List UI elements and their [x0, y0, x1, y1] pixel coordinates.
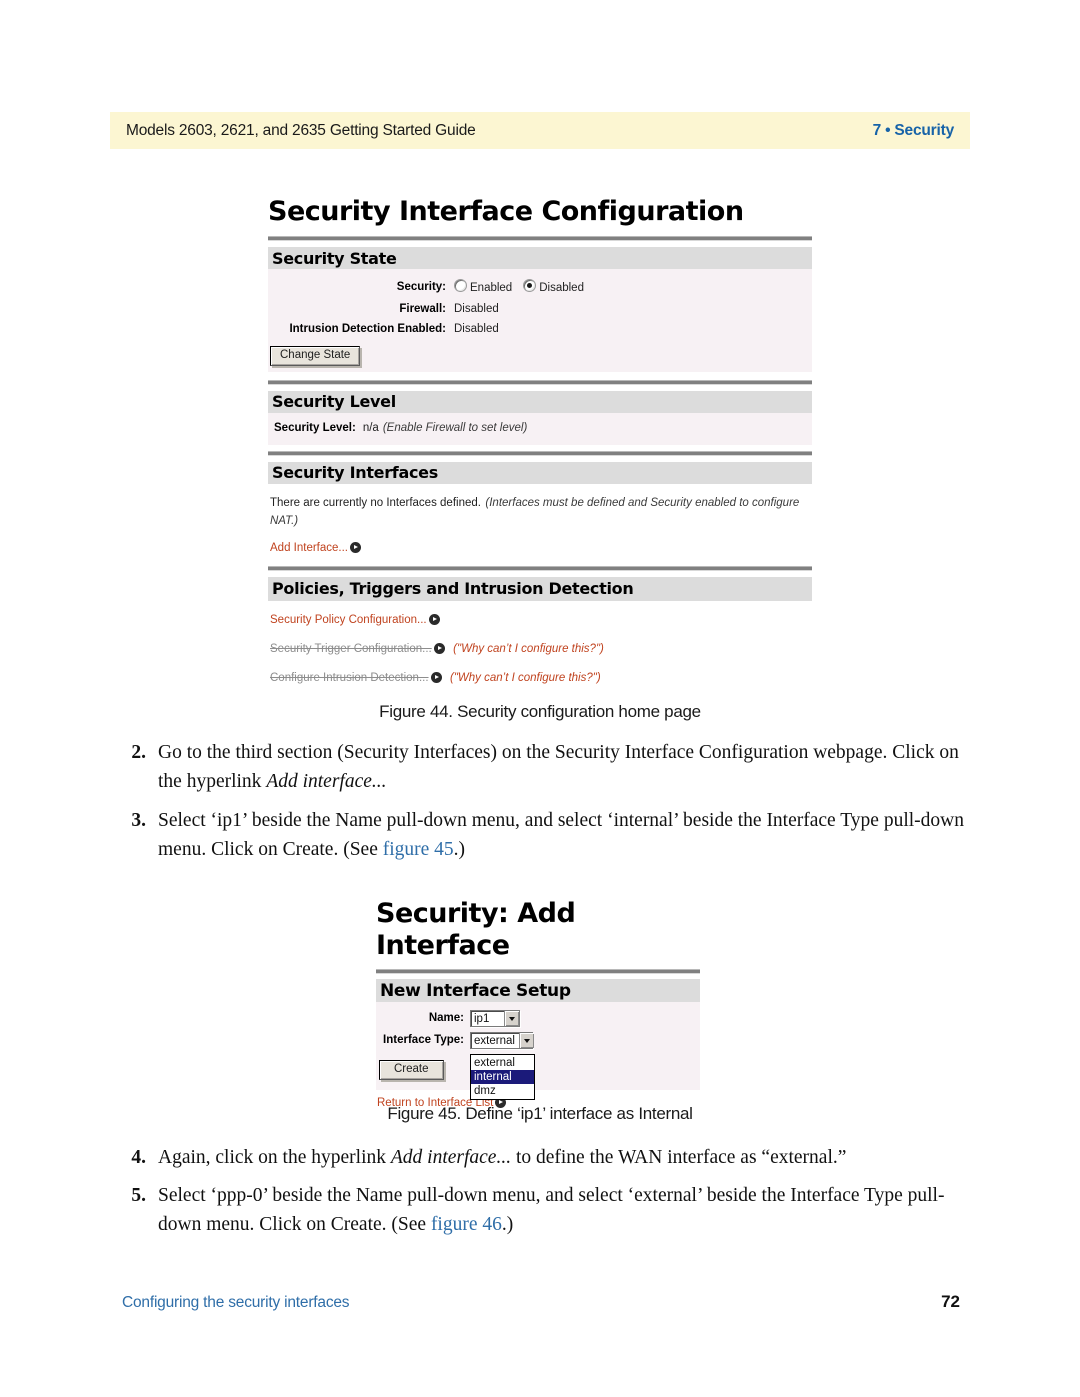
footer-section-title: Configuring the security interfaces — [122, 1294, 350, 1311]
security-level-note: (Enable Firewall to set level) — [382, 421, 528, 434]
change-state-button[interactable]: Change State — [270, 345, 361, 366]
trigger-why-cant-note[interactable]: ("Why can’t I configure this?") — [453, 643, 604, 655]
field-row-name: Name: ip1 — [376, 1010, 700, 1027]
section-body-security-interfaces: There are currently no Interfaces define… — [268, 483, 812, 564]
radio-security-disabled[interactable]: Disabled — [523, 279, 584, 295]
step-2-part-1: Add interface... — [266, 771, 387, 792]
radio-label-disabled: Disabled — [539, 282, 584, 294]
arrow-bullet-icon — [433, 642, 445, 654]
step-5: 5. Select ‘ppp-0’ beside the Name pull-d… — [122, 1181, 968, 1239]
security-add-interface-title: Security: Add Interface — [376, 898, 576, 961]
section-header-new-interface-setup: New Interface Setup — [376, 979, 700, 1002]
step-3: 3. Select ‘ip1’ beside the Name pull-dow… — [122, 806, 968, 864]
security-level-label: Security Level: — [274, 421, 356, 434]
create-button[interactable]: Create — [379, 1060, 444, 1080]
trigger-link-row: Security Trigger Configuration... ("Why … — [270, 639, 812, 657]
step-5-number: 5. — [131, 1185, 146, 1206]
intrusion-detection-label: Intrusion Detection Enabled: — [289, 323, 446, 336]
step-2: 2. Go to the third section (Security Int… — [122, 738, 968, 796]
radio-label-enabled: Enabled — [470, 282, 513, 294]
interface-type-select-value: external — [474, 1034, 515, 1047]
header-chapter-label: 7 • Security — [872, 121, 955, 139]
header-guide-title: Models 2603, 2621, and 2635 Getting Star… — [126, 121, 476, 139]
step-5-part-0: Select ‘ppp-0’ beside the Name pull-down… — [158, 1185, 945, 1235]
step-3-number: 3. — [131, 810, 146, 831]
section-header-security-interfaces: Security Interfaces — [268, 461, 812, 484]
step-4-part-1: Add interface... — [390, 1147, 512, 1168]
section-body-security-state: Security: Enabled Disabled Firewall: Dis… — [268, 269, 812, 372]
step-3-part-0: Select ‘ip1’ beside the Name pull-down m… — [158, 810, 964, 860]
page-number: 72 — [941, 1292, 960, 1311]
step-2-text: Go to the third section (Security Interf… — [158, 738, 968, 796]
field-row-interface-type: Interface Type: external — [376, 1032, 700, 1049]
security-interface-config-title: Security Interface Configuration — [268, 196, 744, 227]
firewall-label: Firewall: — [399, 302, 446, 315]
step-5-text: Select ‘ppp-0’ beside the Name pull-down… — [158, 1181, 968, 1239]
radio-circle-enabled[interactable] — [454, 279, 467, 292]
figure-44-caption: Figure 44. Security configuration home p… — [379, 702, 701, 721]
step-2-number: 2. — [131, 742, 146, 763]
ids-link-row: Configure Intrusion Detection... ("Why c… — [270, 668, 812, 686]
section-rule-2 — [268, 450, 812, 456]
section-body-policies-triggers-ids: Security Policy Configuration... Securit… — [268, 600, 812, 690]
arrow-bullet-icon[interactable] — [428, 613, 440, 625]
figure-44-screenshot: Security Interface Configuration Securit… — [268, 196, 812, 690]
dropdown-option-dmz[interactable]: dmz — [471, 1084, 534, 1098]
firewall-value: Disabled — [454, 302, 499, 315]
dropdown-option-external[interactable]: external — [471, 1056, 534, 1070]
field-row-intrusion-detection: Intrusion Detection Enabled: Disabled — [268, 323, 812, 336]
add-interface-link[interactable]: Add Interface... — [270, 542, 348, 554]
chevron-down-icon[interactable] — [518, 1033, 534, 1048]
section-rule-3 — [268, 565, 812, 571]
page-footer: Configuring the security interfaces 72 — [122, 1292, 960, 1312]
section-header-security-level: Security Level — [268, 390, 812, 413]
arrow-bullet-icon — [430, 671, 442, 683]
no-interfaces-message: There are currently no Interfaces define… — [270, 496, 481, 509]
chevron-down-icon[interactable] — [504, 1011, 519, 1026]
step-3-part-2: .) — [453, 839, 466, 860]
step-4-part-0: Again, click on the hyperlink — [158, 1147, 391, 1168]
running-header: Models 2603, 2621, and 2635 Getting Star… — [110, 112, 970, 149]
security-trigger-configuration-link: Security Trigger Configuration... — [270, 642, 432, 655]
title-rule-2 — [376, 969, 700, 974]
radio-security-enabled[interactable]: Enabled — [454, 279, 512, 295]
figure-46-crossref[interactable]: figure 46 — [431, 1214, 502, 1235]
section-header-policies-triggers-ids: Policies, Triggers and Intrusion Detecti… — [268, 576, 812, 601]
intrusion-detection-value: Disabled — [454, 323, 499, 336]
field-row-firewall: Firewall: Disabled — [268, 303, 812, 316]
dropdown-option-internal[interactable]: internal — [471, 1070, 534, 1084]
figure-45-crossref[interactable]: figure 45 — [383, 839, 454, 860]
step-4-text: Again, click on the hyperlink Add interf… — [158, 1143, 968, 1172]
step-3-text: Select ‘ip1’ beside the Name pull-down m… — [158, 806, 968, 864]
interface-type-dropdown-options[interactable]: external internal dmz — [470, 1054, 535, 1100]
figure-45-caption: Figure 45. Define ‘ip1’ interface as Int… — [387, 1104, 693, 1123]
section-body-security-level: Security Level: n/a (Enable Firewall to … — [268, 412, 812, 445]
section-header-security-state: Security State — [268, 247, 812, 269]
arrow-bullet-icon[interactable] — [350, 541, 361, 553]
section-body-new-interface-setup: Name: ip1 Interface Type: external exter… — [376, 1002, 700, 1100]
interface-type-label: Interface Type: — [383, 1034, 464, 1047]
name-label: Name: — [428, 1012, 464, 1025]
security-level-value: n/a — [362, 421, 379, 434]
name-select-value: ip1 — [474, 1012, 490, 1025]
interface-type-select[interactable]: external — [470, 1032, 534, 1049]
field-row-security: Security: Enabled Disabled — [268, 279, 812, 295]
configure-intrusion-detection-link: Configure Intrusion Detection... — [270, 671, 429, 684]
step-4-number: 4. — [131, 1147, 146, 1168]
step-5-part-2: .) — [501, 1214, 514, 1235]
step-4-part-2: to define the WAN interface as “external… — [511, 1147, 847, 1168]
security-label: Security: — [396, 280, 446, 293]
name-select[interactable]: ip1 — [470, 1010, 520, 1027]
title-rule — [268, 236, 812, 241]
step-4: 4. Again, click on the hyperlink Add int… — [122, 1143, 968, 1172]
ids-why-cant-note[interactable]: ("Why can’t I configure this?") — [450, 672, 601, 684]
security-policy-configuration-link[interactable]: Security Policy Configuration... — [270, 614, 427, 626]
radio-circle-disabled[interactable] — [523, 279, 537, 292]
figure-45-screenshot: Security: Add Interface New Interface Se… — [376, 898, 700, 1111]
policy-link-row: Security Policy Configuration... — [270, 610, 812, 628]
section-rule-1 — [268, 379, 812, 385]
